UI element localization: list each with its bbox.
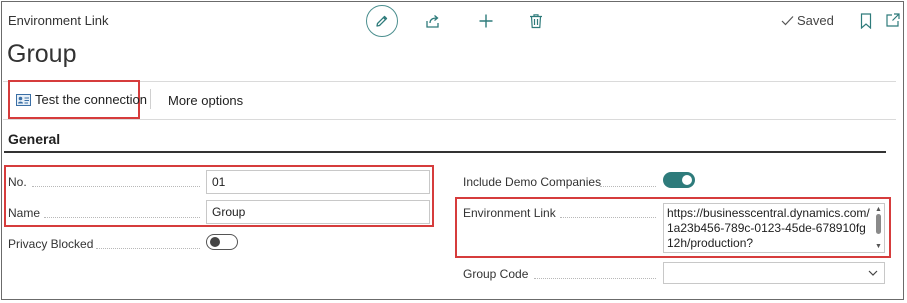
trash-icon — [530, 14, 542, 29]
privacy-blocked-label: Privacy Blocked — [8, 237, 94, 251]
share-button[interactable] — [423, 12, 443, 30]
leader-dots — [44, 216, 200, 218]
saved-label: Saved — [797, 13, 834, 28]
no-input[interactable]: 01 — [206, 170, 430, 194]
textarea-scrollbar[interactable]: ▲ ▼ — [874, 205, 883, 251]
bookmark-button[interactable] — [858, 12, 874, 30]
page-title: Group — [7, 40, 77, 68]
open-in-new-window-button[interactable] — [884, 11, 902, 29]
group-code-label: Group Code — [463, 267, 529, 281]
environment-link-label: Environment Link — [463, 206, 556, 220]
connection-card-icon — [16, 93, 31, 106]
scroll-down-icon[interactable]: ▼ — [875, 243, 882, 250]
section-rule — [4, 151, 886, 153]
checkmark-icon — [781, 16, 794, 26]
more-options-button[interactable]: More options — [168, 93, 243, 108]
open-in-new-icon — [886, 13, 900, 27]
leader-dots — [534, 277, 656, 279]
test-connection-label: Test the connection — [35, 92, 148, 107]
edit-button[interactable] — [366, 5, 398, 37]
leader-dots — [560, 216, 656, 218]
name-input[interactable]: Group — [206, 200, 430, 224]
section-title-general[interactable]: General — [8, 131, 60, 147]
environment-link-value: https://businesscentral.dynamics.com/1a2… — [667, 206, 870, 250]
include-demo-companies-label: Include Demo Companies — [463, 175, 602, 189]
pencil-icon — [376, 15, 388, 27]
group-code-select[interactable] — [663, 262, 885, 284]
chevron-down-icon — [868, 270, 878, 276]
environment-link-textarea[interactable]: https://businesscentral.dynamics.com/1a2… — [663, 203, 885, 253]
more-options-label: More options — [168, 93, 244, 108]
scroll-thumb[interactable] — [876, 214, 881, 234]
test-connection-button[interactable]: Test the connection — [16, 92, 147, 107]
include-demo-companies-toggle[interactable] — [663, 172, 695, 188]
leader-dots — [32, 185, 200, 187]
new-button[interactable] — [476, 11, 496, 31]
plus-icon — [479, 14, 493, 28]
action-separator — [150, 89, 151, 109]
no-label: No. — [8, 175, 27, 189]
leader-dots — [600, 185, 656, 187]
name-label: Name — [8, 206, 41, 220]
scroll-up-icon[interactable]: ▲ — [875, 206, 882, 213]
leader-dots — [96, 247, 200, 249]
bookmark-icon — [860, 13, 872, 29]
breadcrumb[interactable]: Environment Link — [8, 13, 108, 28]
action-bar-divider-bottom — [3, 119, 896, 120]
saved-status: Saved — [781, 13, 834, 28]
privacy-blocked-toggle[interactable] — [206, 234, 238, 250]
share-icon — [426, 15, 439, 28]
delete-button[interactable] — [527, 11, 545, 31]
